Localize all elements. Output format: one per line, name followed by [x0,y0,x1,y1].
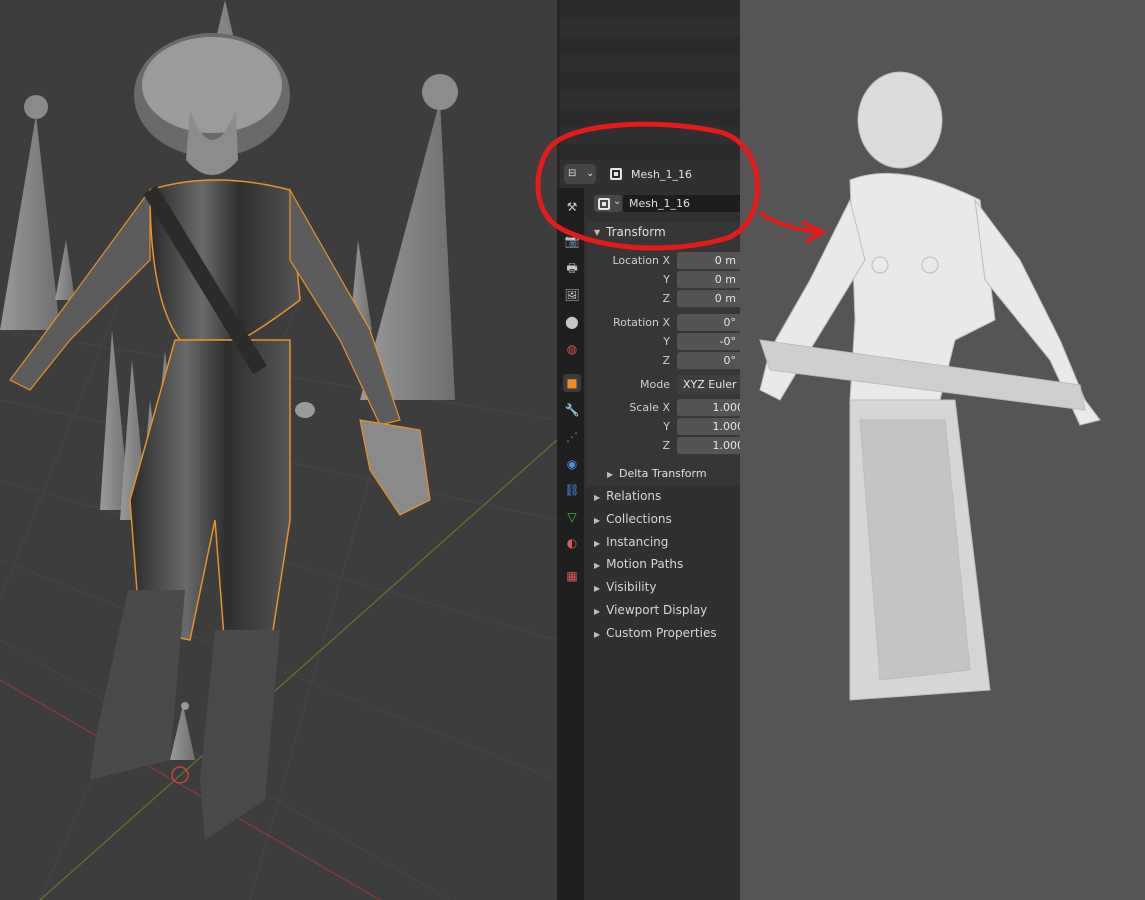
material-tab-icon[interactable]: ◐ [563,534,581,552]
data-tab-icon[interactable]: ▽ [563,508,581,526]
object-icon [598,198,610,210]
particles-glyph: ⋰ [566,430,578,444]
expand-right-icon: ▶ [594,538,601,548]
rotation-mode-dropdown[interactable]: XYZ Euler [677,375,740,395]
physics-tab-icon[interactable]: ◉ [563,455,581,473]
modifier-glyph: 🔧 [564,403,580,417]
texture-tab-icon[interactable]: ▦ [563,567,581,585]
x-axis-line [0,679,381,900]
editor-type-icon: ⊟ [568,168,577,179]
expand-down-icon: ▼ [594,228,601,237]
location-z-label: Z [662,292,670,305]
world-glyph: ◍ [566,342,578,356]
panel-viewport-display[interactable]: ▶ Viewport Display [594,603,707,617]
object-name-field[interactable]: Mesh_1_16 [623,195,740,212]
rotation-x-label: Rotation X [612,316,670,329]
modifier-tab-icon[interactable]: 🔧 [563,401,581,419]
panel-label: Relations [606,489,662,503]
panel-label: Visibility [606,580,657,595]
texture-glyph: ▦ [566,569,578,583]
render-preview [740,0,1145,900]
scale-x-label: Scale X [629,401,670,414]
location-z-field[interactable]: 0 m [677,290,740,308]
particles-tab-icon[interactable]: ⋰ [563,428,581,446]
expand-right-icon: ▶ [594,561,601,571]
panel-relations[interactable]: ▶ Relations [594,489,661,503]
render-preview-scene [759,71,1101,701]
scene-tab-icon[interactable]: ⬤ [563,313,581,331]
data-glyph: ▽ [567,510,577,524]
scale-z-label: Z [662,439,670,452]
rotation-mode-label: Mode [640,378,670,391]
object-icon [610,168,622,180]
scale-x-field[interactable]: 1.000 [677,399,744,417]
render-tab-icon[interactable]: 📷 [563,232,581,250]
constraints-glyph: ⛓ [564,483,580,497]
object-tab-icon[interactable]: ■ [563,374,581,392]
panel-collections[interactable]: ▶ Collections [594,512,672,526]
constraints-tab-icon[interactable]: ⛓ [563,481,581,499]
delta-transform-subpanel[interactable]: Delta Transform [619,467,707,480]
panel-visibility[interactable]: ▶ Visibility [594,580,656,594]
panel-label: Collections [606,511,672,526]
location-y-label: Y [663,273,670,286]
material-glyph: ◐ [566,536,578,550]
expand-right-icon: ▶ [594,515,601,525]
outliner-strip [560,0,740,160]
expand-right-icon: ▶ [594,629,601,639]
tool-glyph: ⚒ [566,200,578,214]
rotation-z-label: Z [662,354,670,367]
scale-y-field[interactable]: 1.000 [677,418,744,436]
panel-motion-paths[interactable]: ▶ Motion Paths [594,557,683,571]
expand-right-icon: ▶ [607,470,614,479]
scale-z-field[interactable]: 1.000 [677,437,744,455]
transform-panel-title[interactable]: Transform [606,225,666,239]
editor-type-button[interactable]: ⊟ ⌄ [564,164,596,184]
view-layer-tab-icon[interactable]: 🖼 [563,286,581,304]
world-tab-icon[interactable]: ◍ [563,340,581,358]
expand-right-icon: ▶ [594,493,601,502]
scene-glyph: ⬤ [565,315,579,329]
view-layer-glyph: 🖼 [564,288,580,302]
rotation-x-field[interactable]: 0° [677,314,740,332]
panel-label: Viewport Display [606,603,708,617]
rotation-z-field[interactable]: 0° [677,352,740,370]
rotation-y-field[interactable]: -0° [677,333,740,351]
rotation-y-label: Y [663,335,670,348]
location-y-field[interactable]: 0 m [677,271,740,289]
location-x-label: Location X [612,254,670,267]
viewport-scene [0,0,557,900]
header-object-name: Mesh_1_16 [631,168,692,181]
tool-tab-icon[interactable]: ⚒ [563,198,581,216]
object-datablock-dropdown[interactable]: ⌄ [594,195,622,212]
scale-y-label: Y [663,420,670,433]
location-x-field[interactable]: 0 m [677,252,740,270]
render-glyph: 📷 [564,234,580,248]
panel-instancing[interactable]: ▶ Instancing [594,535,668,549]
output-glyph: 🖶 [566,261,578,275]
physics-glyph: ◉ [566,457,578,471]
expand-right-icon: ▶ [594,607,601,616]
panel-label: Motion Paths [606,557,684,572]
panel-label: Instancing [606,534,669,549]
panel-label: Custom Properties [606,625,717,640]
chevron-down-icon: ⌄ [613,196,622,207]
panel-custom-properties[interactable]: ▶ Custom Properties [594,626,717,640]
character-mesh [9,33,431,840]
chevron-down-icon: ⌄ [586,168,595,179]
object-glyph: ■ [566,376,578,390]
output-tab-icon[interactable]: 🖶 [563,259,581,277]
expand-right-icon: ▶ [594,584,601,594]
3d-viewport[interactable] [0,0,557,900]
